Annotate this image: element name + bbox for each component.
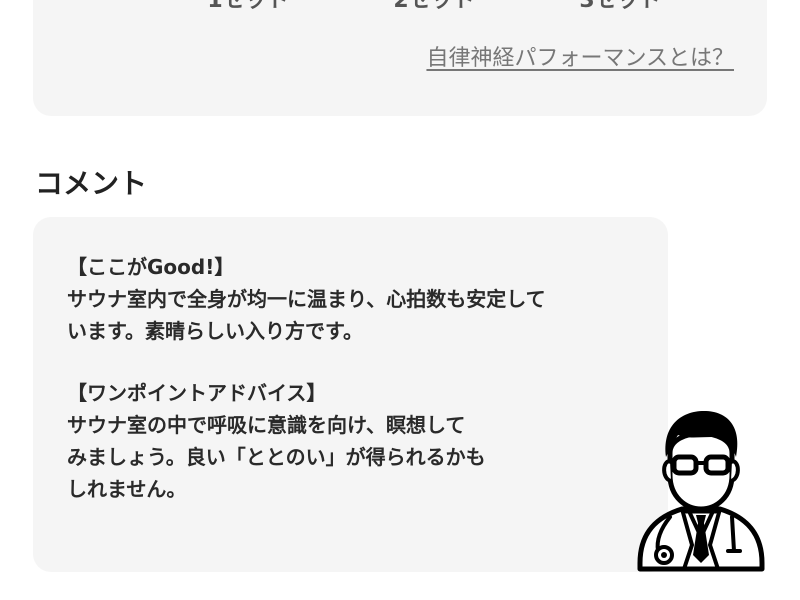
advice-text: サウナ室の中で呼吸に意識を向け、瞑想して みましょう。良い「ととのい」が得られる… [67, 413, 486, 501]
advice-heading: 【ワンポイントアドバイス】 [67, 381, 327, 405]
set-label-1: 1セット [207, 0, 289, 13]
comment-section-title: コメント [35, 167, 148, 200]
page: 1セット 2セット 3セット 自律神経パフォーマンスとは？ コメント 【ここがG… [0, 0, 800, 600]
comment-card: 【ここがGood!】 サウナ室内で全身が均一に温まり、心拍数も安定して います。… [33, 217, 668, 572]
doctor-avatar-icon [637, 411, 765, 572]
set-labels: 1セット 2セット 3セット [33, 0, 767, 16]
good-text: サウナ室内で全身が均一に温まり、心拍数も安定して います。素晴らしい入り方です。 [67, 287, 546, 343]
autonomic-performance-link[interactable]: 自律神経パフォーマンスとは？ [426, 40, 734, 72]
comment-body: 【ここがGood!】 サウナ室内で全身が均一に温まり、心拍数も安定して います。… [67, 251, 627, 505]
good-heading: 【ここがGood!】 [67, 255, 235, 279]
set-label-2: 2セット [393, 0, 475, 13]
set-label-3: 3セット [579, 0, 661, 13]
performance-card: 1セット 2セット 3セット 自律神経パフォーマンスとは？ [33, 0, 767, 116]
